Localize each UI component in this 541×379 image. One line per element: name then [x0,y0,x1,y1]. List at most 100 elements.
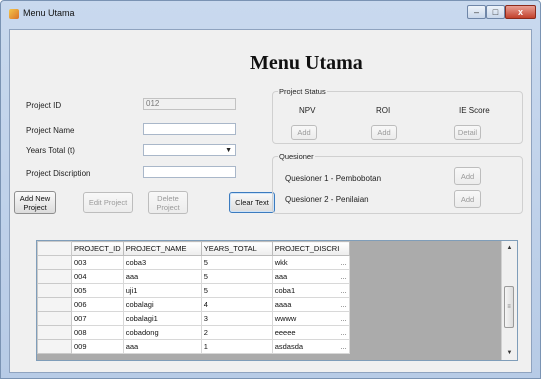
cell-project-id[interactable]: 005 [71,283,124,298]
cell-years-total[interactable]: 1 [200,339,273,354]
projects-grid[interactable]: PROJECT_ID PROJECT_NAME YEARS_TOTAL PROJ… [36,240,518,361]
table-row[interactable]: 003 coba3 5 wkk... [37,255,350,270]
cell-project-name[interactable]: cobalagi [122,297,202,312]
project-description-field[interactable] [143,166,236,178]
row-header[interactable] [37,297,72,312]
table-row[interactable]: 009 aaa 1 asdasda... [37,339,350,354]
cell-years-total[interactable]: 5 [200,269,273,284]
edit-project-button[interactable]: Edit Project [83,192,133,213]
project-status-caption: Project Status [278,87,327,96]
cell-description-text: wkk [274,258,288,267]
questioner-group: Quesioner Quesioner 1 - Pembobotan Quesi… [272,152,523,214]
cell-project-id[interactable]: 007 [71,311,124,326]
cell-description-text: aaaa [274,300,292,309]
cell-project-description[interactable]: coba1... [271,283,350,298]
roi-label: ROI [376,106,391,115]
table-header-row: PROJECT_ID PROJECT_NAME YEARS_TOTAL PROJ… [37,241,350,256]
row-header[interactable] [37,269,72,284]
cell-years-total[interactable]: 5 [200,283,273,298]
row-header-corner [37,241,72,256]
title-bar[interactable]: Menu Utama – □ x [1,1,540,29]
cell-years-total[interactable]: 5 [200,255,273,270]
cell-project-description[interactable]: asdasda... [271,339,350,354]
cell-ellipsis-button[interactable]: ... [340,328,346,337]
scroll-down-arrow-icon[interactable]: ▼ [502,346,517,360]
column-header-years-total[interactable]: YEARS_TOTAL [200,241,273,256]
cell-project-description[interactable]: aaaa... [271,297,350,312]
cell-project-id[interactable]: 003 [71,255,124,270]
cell-project-name[interactable]: coba3 [122,255,202,270]
project-description-label: Project Discription [26,169,91,178]
roi-add-button[interactable]: Add [371,125,397,140]
cell-project-description[interactable]: eeeee... [271,325,350,340]
cell-project-name[interactable]: cobadong [122,325,202,340]
project-name-field[interactable] [143,123,236,135]
questioner-1-label: Quesioner 1 - Pembobotan [285,174,382,183]
ie-score-label: IE Score [459,106,490,115]
years-total-select[interactable]: ▼ [143,144,236,156]
questioner-2-add-button[interactable]: Add [454,190,481,208]
clear-text-button[interactable]: Clear Text [229,192,275,213]
grid-vertical-scrollbar[interactable]: ▲ ≡ ▼ [501,241,517,360]
cell-project-name[interactable]: aaa [122,269,202,284]
cell-years-total[interactable]: 4 [200,297,273,312]
questioner-1-add-button[interactable]: Add [454,167,481,185]
cell-project-id[interactable]: 009 [71,339,124,354]
cell-years-total[interactable]: 3 [200,311,273,326]
scroll-up-arrow-icon[interactable]: ▲ [502,241,517,255]
cell-ellipsis-button[interactable]: ... [340,342,346,351]
window-title: Menu Utama [23,8,75,18]
table-row[interactable]: 008 cobadong 2 eeeee... [37,325,350,340]
column-header-project-name[interactable]: PROJECT_NAME [122,241,202,256]
cell-ellipsis-button[interactable]: ... [340,272,346,281]
projects-table: PROJECT_ID PROJECT_NAME YEARS_TOTAL PROJ… [37,241,350,354]
cell-project-name[interactable]: aaa [122,339,202,354]
column-header-project-id[interactable]: PROJECT_ID [71,241,124,256]
cell-project-id[interactable]: 004 [71,269,124,284]
cell-ellipsis-button[interactable]: ... [340,300,346,309]
table-row[interactable]: 004 aaa 5 aaa... [37,269,350,284]
cell-project-name[interactable]: cobalagi1 [122,311,202,326]
cell-description-text: wwww [274,314,297,323]
years-total-label: Years Total (t) [26,146,75,155]
cell-project-description[interactable]: aaa... [271,269,350,284]
add-new-project-button[interactable]: Add New Project [14,191,56,214]
minimize-button[interactable]: – [467,5,486,19]
row-header[interactable] [37,283,72,298]
cell-description-text: aaa [274,272,288,281]
row-header[interactable] [37,255,72,270]
row-header[interactable] [37,325,72,340]
table-row[interactable]: 006 cobalagi 4 aaaa... [37,297,350,312]
cell-ellipsis-button[interactable]: ... [340,258,346,267]
cell-project-id[interactable]: 008 [71,325,124,340]
cell-description-text: eeeee [274,328,296,337]
cell-project-name[interactable]: uji1 [122,283,202,298]
row-header[interactable] [37,311,72,326]
project-status-group: Project Status NPV ROI IE Score Add Add … [272,87,523,144]
maximize-button[interactable]: □ [486,5,505,19]
page-title: Menu Utama [250,52,363,74]
questioner-caption: Quesioner [278,152,315,161]
cell-project-description[interactable]: wwww... [271,311,350,326]
cell-description-text: asdasda [274,342,304,351]
cell-years-total[interactable]: 2 [200,325,273,340]
ie-score-detail-button[interactable]: Detail [454,125,481,140]
cell-project-id[interactable]: 006 [71,297,124,312]
project-id-field: 012 [143,98,236,110]
npv-add-button[interactable]: Add [291,125,317,140]
table-row[interactable]: 005 uji1 5 coba1... [37,283,350,298]
cell-project-description[interactable]: wkk... [271,255,350,270]
cell-ellipsis-button[interactable]: ... [340,286,346,295]
app-icon [9,9,19,19]
scroll-thumb[interactable]: ≡ [504,286,514,328]
npv-label: NPV [299,106,316,115]
chevron-down-icon[interactable]: ▼ [225,146,232,156]
cell-description-text: coba1 [274,286,296,295]
close-button[interactable]: x [505,5,536,19]
delete-project-button[interactable]: Delete Project [148,191,188,214]
form-client-area: Menu Utama Project ID 012 Project Name Y… [9,29,532,373]
row-header[interactable] [37,339,72,354]
cell-ellipsis-button[interactable]: ... [340,314,346,323]
table-row[interactable]: 007 cobalagi1 3 wwww... [37,311,350,326]
column-header-project-description[interactable]: PROJECT_DISCRI [271,241,350,256]
